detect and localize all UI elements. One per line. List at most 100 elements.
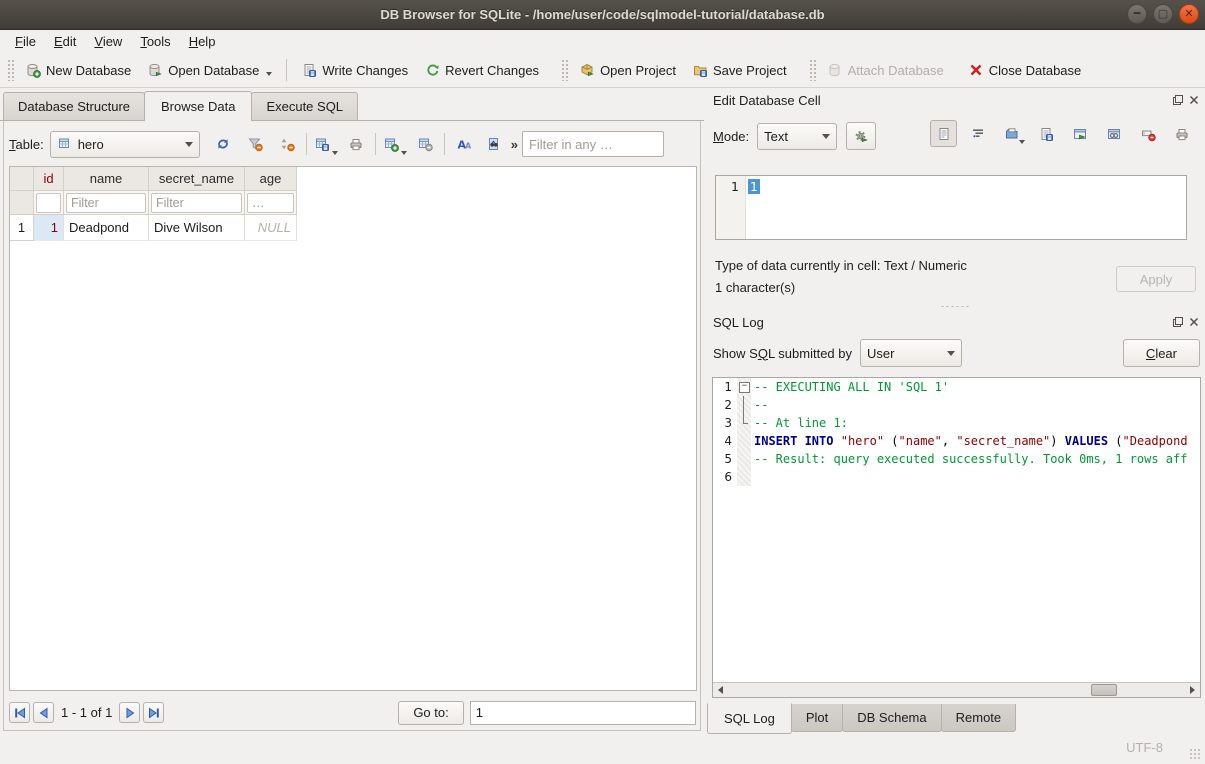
print-icon (348, 136, 364, 152)
export-data-button[interactable] (1032, 120, 1059, 147)
toolbar-drag-handle[interactable] (809, 59, 816, 81)
close-database-button[interactable]: Close Database (960, 57, 1090, 83)
auto-switch-mode-button[interactable] (846, 122, 876, 150)
toolbar-drag-handle[interactable] (561, 59, 568, 81)
filter-input-id[interactable] (36, 193, 61, 213)
print-button[interactable] (343, 131, 369, 157)
tab-execute-sql[interactable]: Execute SQL (251, 92, 358, 120)
export-data-icon (1038, 126, 1054, 142)
word-wrap-button[interactable] (964, 120, 991, 147)
tab-db-schema[interactable]: DB Schema (842, 704, 941, 732)
clear-log-button[interactable]: Clear (1123, 339, 1200, 367)
horizontal-scrollbar[interactable] (713, 682, 1200, 697)
menu-view[interactable]: View (85, 31, 131, 52)
write-changes-button[interactable]: Write Changes (293, 57, 416, 83)
data-grid: id name secret_name age Filter Filter … … (9, 166, 697, 691)
copy-link-button[interactable] (1100, 120, 1127, 147)
find-icon (486, 136, 502, 152)
cell-editor-value[interactable]: 1 (748, 179, 760, 194)
previous-record-button[interactable] (33, 702, 54, 723)
float-panel-icon[interactable] (1171, 315, 1184, 328)
last-record-button[interactable] (143, 702, 164, 723)
cell-editor[interactable]: 1 1 (715, 175, 1187, 240)
window-title: DB Browser for SQLite - /home/user/code/… (380, 7, 824, 22)
next-record-button[interactable] (119, 702, 140, 723)
first-record-button[interactable] (9, 702, 30, 723)
delete-record-button[interactable] (412, 131, 438, 157)
close-panel-icon[interactable] (1187, 93, 1200, 106)
cell-editor-line-number: 1 (716, 176, 746, 239)
filter-input-secret-name[interactable]: Filter (151, 193, 242, 213)
open-in-app-button[interactable] (1066, 120, 1093, 147)
resize-grip-icon[interactable] (1189, 748, 1201, 760)
revert-changes-button[interactable]: Revert Changes (416, 57, 547, 83)
table-select[interactable]: hero (50, 131, 200, 158)
cell-name[interactable]: Deadpond (64, 215, 149, 241)
float-panel-icon[interactable] (1171, 93, 1184, 106)
column-header-name[interactable]: name (64, 167, 149, 191)
clear-sort-icon (279, 136, 295, 152)
open-database-button[interactable]: Open Database (139, 57, 280, 83)
panel-splitter[interactable] (705, 302, 1205, 310)
filter-input-name[interactable]: Filter (66, 193, 146, 213)
filter-input-age[interactable]: … (247, 193, 294, 213)
column-header-age[interactable]: age (245, 167, 297, 191)
encoding-label: UTF-8 (1126, 740, 1163, 755)
import-data-button[interactable] (998, 120, 1025, 147)
chevron-down-icon (822, 134, 830, 139)
tab-browse-data[interactable]: Browse Data (144, 91, 252, 121)
scrollbar-thumb[interactable] (1091, 684, 1117, 696)
scroll-left-icon[interactable] (713, 683, 728, 697)
tab-plot[interactable]: Plot (791, 704, 843, 732)
fold-marker-icon[interactable] (737, 378, 751, 396)
titlebar[interactable]: DB Browser for SQLite - /home/user/code/… (0, 0, 1205, 30)
insert-record-button[interactable] (382, 131, 408, 157)
refresh-button[interactable] (210, 131, 236, 157)
row-header[interactable]: 1 (10, 215, 34, 241)
cell-id[interactable]: 1 (34, 215, 64, 241)
grid-header-row: id name secret_name age (10, 167, 696, 191)
font-button[interactable]: AA (451, 131, 477, 157)
scrollbar-track[interactable] (728, 683, 1185, 697)
scroll-right-icon[interactable] (1185, 683, 1200, 697)
cell-secret-name[interactable]: Dive Wilson (149, 215, 245, 241)
set-null-button[interactable] (1134, 120, 1161, 147)
save-project-button[interactable]: Save Project (684, 57, 795, 83)
chevron-down-icon (1019, 140, 1025, 144)
cell-age[interactable]: NULL (245, 215, 297, 241)
font-icon: AA (456, 136, 472, 152)
column-header-secret-name[interactable]: secret_name (149, 167, 245, 191)
clear-filters-button[interactable] (242, 131, 268, 157)
toolbar-drag-handle[interactable] (7, 59, 14, 81)
goto-input[interactable]: 1 (470, 701, 696, 725)
close-panel-icon[interactable] (1187, 315, 1200, 328)
toolbar-overflow-chevron[interactable]: » (511, 137, 518, 152)
text-mode-button[interactable] (930, 120, 957, 147)
clear-sort-button[interactable] (274, 131, 300, 157)
menu-edit[interactable]: Edit (45, 31, 85, 52)
column-header-id[interactable]: id (34, 167, 64, 191)
minimize-icon[interactable]: ━ (1127, 4, 1147, 24)
save-view-button[interactable] (313, 131, 339, 157)
grid-corner[interactable] (10, 167, 34, 191)
find-button[interactable] (481, 131, 507, 157)
sql-log-view[interactable]: 1-- EXECUTING ALL IN 'SQL 1'2--3-- At li… (712, 377, 1201, 698)
tab-database-structure[interactable]: Database Structure (3, 92, 145, 120)
cell-char-count: 1 character(s) (715, 280, 795, 295)
menu-help[interactable]: Help (180, 31, 225, 52)
tab-remote[interactable]: Remote (941, 704, 1017, 732)
print-cell-button[interactable] (1168, 120, 1195, 147)
maximize-icon[interactable]: ▢ (1153, 4, 1173, 24)
chevron-down-icon[interactable] (266, 72, 272, 76)
menu-tools[interactable]: Tools (131, 31, 179, 52)
new-database-button[interactable]: New Database (17, 57, 139, 83)
tab-sql-log[interactable]: SQL Log (707, 703, 792, 734)
menu-file[interactable]: File (6, 31, 45, 52)
mode-select[interactable]: Text (757, 123, 837, 150)
filter-any-input[interactable]: Filter in any … (522, 131, 664, 157)
open-project-button[interactable]: Open Project (571, 57, 684, 83)
chevron-down-icon (332, 151, 338, 155)
close-icon[interactable]: ✕ (1179, 4, 1199, 24)
sql-source-select[interactable]: User (860, 339, 962, 367)
goto-button[interactable]: Go to: (398, 701, 463, 725)
